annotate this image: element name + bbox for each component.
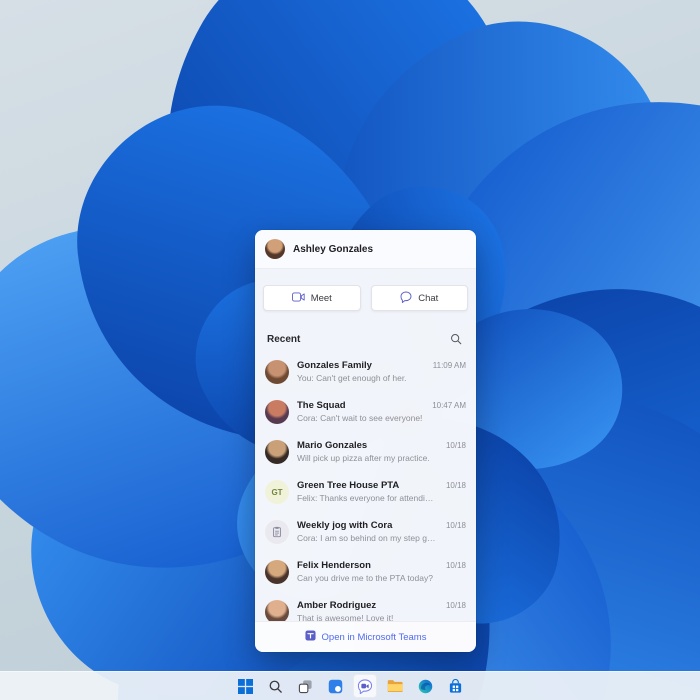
search-icon[interactable] — [448, 331, 464, 347]
conversation-text: Felix Henderson Can you drive me to the … — [297, 560, 438, 583]
conversation-time: 10/18 — [446, 521, 466, 530]
meet-button-label: Meet — [311, 293, 332, 304]
conversation-text: Weekly jog with Cora Cora: I am so behin… — [297, 520, 438, 543]
conversation-text: Mario Gonzales Will pick up pizza after … — [297, 440, 438, 463]
recent-label: Recent — [267, 334, 300, 345]
conversation-name: The Squad — [297, 400, 424, 411]
conversation-preview: You: Can't get enough of her. — [297, 373, 425, 383]
conversation-preview: That is awesome! Love it! — [297, 613, 438, 621]
conversation-time: 11:09 AM — [433, 361, 466, 370]
conversation-name: Mario Gonzales — [297, 440, 438, 451]
taskbar-task-view-button[interactable] — [293, 674, 317, 698]
taskbar-file-explorer-button[interactable] — [383, 674, 407, 698]
camera-icon — [292, 292, 305, 305]
conversation-preview: Can you drive me to the PTA today? — [297, 573, 438, 583]
taskbar-store-button[interactable] — [443, 674, 467, 698]
taskbar — [0, 671, 700, 700]
flyout-header: Ashley Gonzales — [255, 230, 476, 269]
conversation-item[interactable]: Gonzales Family You: Can't get enough of… — [257, 353, 474, 393]
chat-button[interactable]: Chat — [371, 285, 469, 311]
chat-bubble-icon — [400, 291, 412, 306]
conversation-avatar — [265, 560, 289, 584]
taskbar-search-button[interactable] — [263, 674, 287, 698]
conversation-text: Green Tree House PTA Felix: Thanks every… — [297, 480, 438, 503]
conversation-name: Green Tree House PTA — [297, 480, 438, 491]
conversation-name: Gonzales Family — [297, 360, 425, 371]
taskbar-chat-button[interactable] — [353, 674, 377, 698]
conversation-preview: Will pick up pizza after my practice. — [297, 453, 438, 463]
conversation-time: 10/18 — [446, 441, 466, 450]
conversation-avatar — [265, 440, 289, 464]
conversation-text: Amber Rodriguez That is awesome! Love it… — [297, 600, 438, 621]
conversation-avatar — [265, 360, 289, 384]
conversation-name: Amber Rodriguez — [297, 600, 438, 611]
user-name: Ashley Gonzales — [293, 244, 373, 255]
conversation-time: 10:47 AM — [432, 401, 466, 410]
meet-button[interactable]: Meet — [263, 285, 361, 311]
taskbar-start-button[interactable] — [233, 674, 257, 698]
conversation-text: The Squad Cora: Can't wait to see everyo… — [297, 400, 424, 423]
taskbar-widgets-button[interactable] — [323, 674, 347, 698]
conversation-time: 10/18 — [446, 481, 466, 490]
action-buttons: Meet Chat — [255, 269, 476, 323]
conversation-avatar — [265, 400, 289, 424]
conversation-item[interactable]: Amber Rodriguez That is awesome! Love it… — [257, 593, 474, 621]
conversation-name: Weekly jog with Cora — [297, 520, 438, 531]
conversation-item[interactable]: Weekly jog with Cora Cora: I am so behin… — [257, 513, 474, 553]
chat-button-label: Chat — [418, 293, 438, 304]
conversation-time: 10/18 — [446, 601, 466, 610]
conversation-item[interactable]: Felix Henderson Can you drive me to the … — [257, 553, 474, 593]
conversation-avatar — [265, 600, 289, 621]
teams-logo-icon — [305, 630, 316, 644]
conversation-preview: Cora: I am so behind on my step goals. — [297, 533, 438, 543]
conversation-list: Gonzales Family You: Can't get enough of… — [255, 351, 476, 621]
conversation-name: Felix Henderson — [297, 560, 438, 571]
conversation-text: Gonzales Family You: Can't get enough of… — [297, 360, 425, 383]
conversation-preview: Felix: Thanks everyone for attending tod… — [297, 493, 438, 503]
conversation-preview: Cora: Can't wait to see everyone! — [297, 413, 424, 423]
conversation-item[interactable]: GT Green Tree House PTA Felix: Thanks ev… — [257, 473, 474, 513]
conversation-avatar: GT — [265, 480, 289, 504]
conversation-item[interactable]: Mario Gonzales Will pick up pizza after … — [257, 433, 474, 473]
taskbar-edge-button[interactable] — [413, 674, 437, 698]
teams-chat-flyout: Ashley Gonzales Meet Chat Recent Gonzale… — [255, 230, 476, 652]
taskbar-icons — [233, 674, 467, 698]
conversation-avatar — [265, 520, 289, 544]
recent-header: Recent — [255, 323, 476, 351]
conversation-time: 10/18 — [446, 561, 466, 570]
open-in-teams-label: Open in Microsoft Teams — [322, 632, 427, 643]
conversation-item[interactable]: The Squad Cora: Can't wait to see everyo… — [257, 393, 474, 433]
open-in-teams-link[interactable]: Open in Microsoft Teams — [255, 621, 476, 652]
user-avatar[interactable] — [265, 239, 285, 259]
